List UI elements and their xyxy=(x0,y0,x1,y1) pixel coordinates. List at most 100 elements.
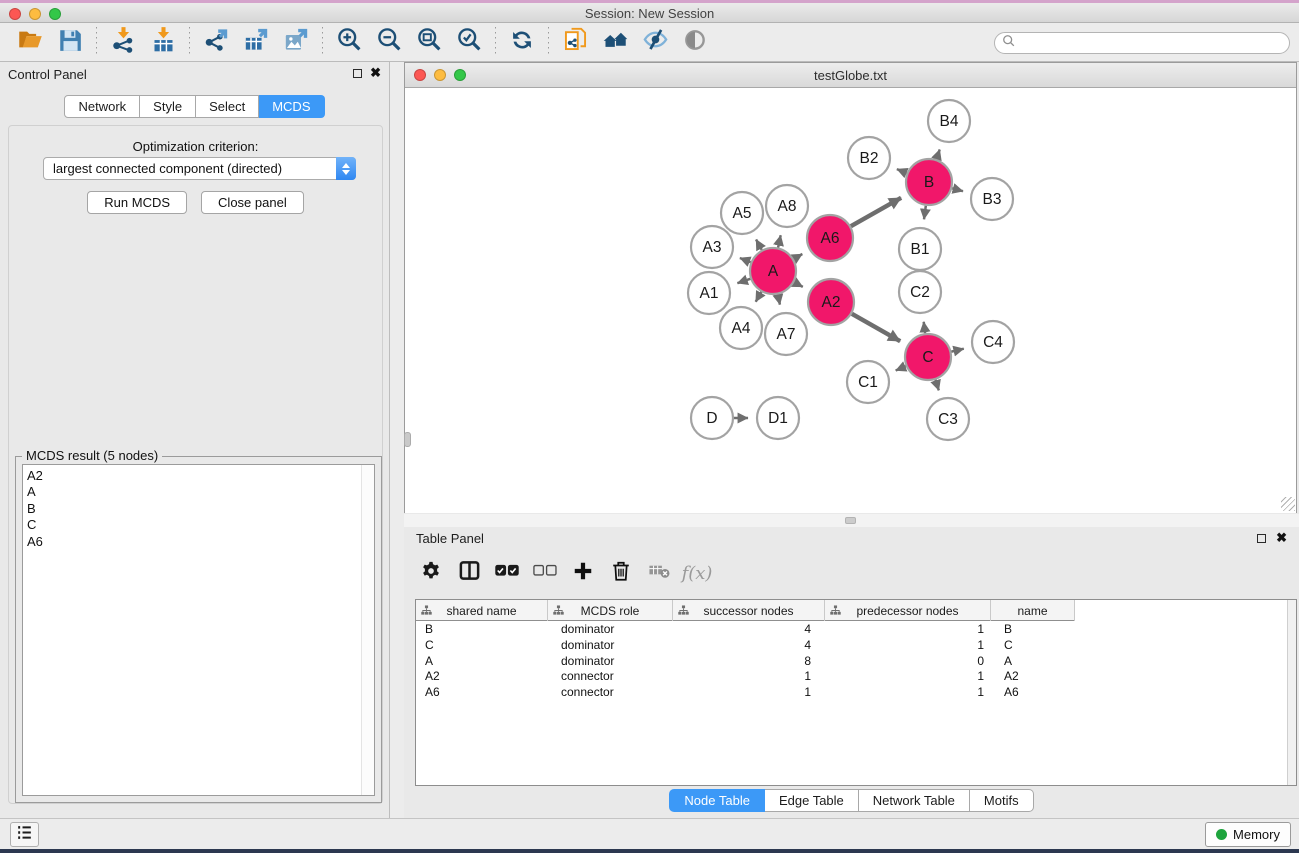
show-hidden-button[interactable] xyxy=(675,26,715,58)
graph-edge-A6-B[interactable] xyxy=(851,198,901,226)
tab-select[interactable]: Select xyxy=(196,95,259,118)
graph-node-A4[interactable]: A4 xyxy=(720,307,762,349)
float-panel-icon[interactable] xyxy=(353,69,362,78)
result-item[interactable]: B xyxy=(27,501,374,517)
tab-motifs[interactable]: Motifs xyxy=(970,789,1034,812)
graph-edge-C-C3[interactable] xyxy=(935,380,938,391)
result-item[interactable]: A2 xyxy=(27,468,374,484)
unselect-all-columns-button[interactable] xyxy=(528,556,562,590)
table-vertical-scrollbar[interactable] xyxy=(1287,600,1296,785)
graph-node-D1[interactable]: D1 xyxy=(757,397,799,439)
graph-edge-C-C4[interactable] xyxy=(951,349,963,352)
zoom-fit-button[interactable] xyxy=(409,26,449,58)
graph-edge-A-A3[interactable] xyxy=(740,258,751,262)
column-header-shared-name[interactable]: shared name xyxy=(416,600,548,621)
import-network-button[interactable] xyxy=(103,26,143,58)
tab-edge-table[interactable]: Edge Table xyxy=(765,789,859,812)
network-vertical-scrollbar[interactable] xyxy=(404,432,411,447)
tab-mcds[interactable]: MCDS xyxy=(259,95,324,118)
session-titlebar[interactable]: Session: New Session xyxy=(0,3,1299,23)
column-header-name[interactable]: name xyxy=(991,600,1075,621)
column-header-successor-nodes[interactable]: successor nodes xyxy=(673,600,825,621)
graph-node-A1[interactable]: A1 xyxy=(688,272,730,314)
graph-node-D[interactable]: D xyxy=(691,397,733,439)
scrollbar-thumb[interactable] xyxy=(845,517,856,524)
result-scrollbar[interactable] xyxy=(361,465,374,795)
open-session-button[interactable] xyxy=(10,26,50,58)
show-all-nodes-button[interactable] xyxy=(595,26,635,58)
mcds-result-list[interactable]: A2ABCA6 xyxy=(22,464,375,796)
graph-node-C[interactable]: C xyxy=(905,334,951,380)
graph-node-C3[interactable]: C3 xyxy=(927,398,969,440)
network-view-window[interactable]: testGlobe.txt B4 B2 B B3 A8A5 A6 A3 B1 A C2 A1 A2 A4… xyxy=(404,62,1297,513)
graph-edge-A-A5[interactable] xyxy=(756,240,762,250)
graph-edge-A-A2[interactable] xyxy=(794,282,803,287)
network-window-titlebar[interactable]: testGlobe.txt xyxy=(405,63,1296,88)
graph-node-A7[interactable]: A7 xyxy=(765,313,807,355)
graph-edge-A-A6[interactable] xyxy=(794,254,803,259)
close-panel-button[interactable]: Close panel xyxy=(201,191,304,214)
graph-node-C1[interactable]: C1 xyxy=(847,361,889,403)
select-all-columns-button[interactable] xyxy=(490,556,524,590)
graph-node-A2[interactable]: A2 xyxy=(808,279,854,325)
table-row[interactable]: Cdominator41C xyxy=(416,638,1296,654)
tab-style[interactable]: Style xyxy=(140,95,196,118)
hide-selected-button[interactable] xyxy=(635,26,675,58)
graph-node-A8[interactable]: A8 xyxy=(766,185,808,227)
table-row[interactable]: Bdominator41B xyxy=(416,622,1296,638)
graph-edge-B-B2[interactable] xyxy=(897,169,907,173)
search-field[interactable] xyxy=(994,32,1290,54)
delete-table-button[interactable] xyxy=(642,556,676,590)
result-item[interactable]: A6 xyxy=(27,534,374,550)
table-row[interactable]: A6connector11A6 xyxy=(416,685,1296,701)
graph-node-C4[interactable]: C4 xyxy=(972,321,1014,363)
graph-node-B4[interactable]: B4 xyxy=(928,100,970,142)
run-mcds-button[interactable]: Run MCDS xyxy=(87,191,187,214)
graph-edge-A2-C[interactable] xyxy=(852,314,900,341)
graph-node-B1[interactable]: B1 xyxy=(899,228,941,270)
graph-node-B2[interactable]: B2 xyxy=(848,137,890,179)
graph-edge-B-B4[interactable] xyxy=(937,150,940,160)
graph-node-B[interactable]: B xyxy=(906,159,952,205)
graph-edge-B-B1[interactable] xyxy=(924,206,926,220)
graph-node-A3[interactable]: A3 xyxy=(691,226,733,268)
graph-edge-A-A1[interactable] xyxy=(737,279,750,283)
delete-columns-button[interactable] xyxy=(604,556,638,590)
close-table-panel-icon[interactable]: ✖ xyxy=(1276,530,1287,546)
node-table[interactable]: shared nameMCDS rolesuccessor nodesprede… xyxy=(415,599,1297,786)
graph-edge-C-C1[interactable] xyxy=(896,366,906,370)
apply-layout-button[interactable] xyxy=(502,26,542,58)
resize-grip-icon[interactable] xyxy=(1281,497,1295,511)
memory-button[interactable]: Memory xyxy=(1205,822,1291,847)
tab-network[interactable]: Network xyxy=(64,95,140,118)
table-settings-button[interactable] xyxy=(414,556,448,590)
zoom-selected-button[interactable] xyxy=(449,26,489,58)
table-row[interactable]: Adominator80A xyxy=(416,654,1296,670)
graph-edge-C-C2[interactable] xyxy=(924,322,925,333)
new-network-from-selection-button[interactable] xyxy=(555,26,595,58)
graph-edge-A-A7[interactable] xyxy=(778,295,780,305)
graph-node-C2[interactable]: C2 xyxy=(899,271,941,313)
graph-node-B3[interactable]: B3 xyxy=(971,178,1013,220)
graph-node-A6[interactable]: A6 xyxy=(807,215,853,261)
show-columns-button[interactable] xyxy=(452,556,486,590)
result-item[interactable]: A xyxy=(27,484,374,500)
close-panel-icon[interactable]: ✖ xyxy=(370,65,381,81)
import-table-button[interactable] xyxy=(143,26,183,58)
graph-node-A[interactable]: A xyxy=(750,248,796,294)
column-header-predecessor-nodes[interactable]: predecessor nodes xyxy=(825,600,991,621)
column-header-MCDS-role[interactable]: MCDS role xyxy=(548,600,673,621)
save-session-button[interactable] xyxy=(50,26,90,58)
graph-edge-A-A8[interactable] xyxy=(778,235,781,247)
float-table-panel-icon[interactable] xyxy=(1257,534,1266,543)
function-builder-button[interactable]: f(x) xyxy=(680,556,714,590)
graph-edge-B-B3[interactable] xyxy=(952,188,963,191)
table-row[interactable]: A2connector11A2 xyxy=(416,669,1296,685)
network-graph[interactable]: B4 B2 B B3 A8A5 A6 A3 B1 A C2 A1 A2 A4A7 C4 C C1 C3 D D1 xyxy=(405,89,1296,513)
tab-node-table[interactable]: Node Table xyxy=(669,789,765,812)
graph-node-A5[interactable]: A5 xyxy=(721,192,763,234)
export-image-button[interactable] xyxy=(276,26,316,58)
search-input[interactable] xyxy=(1016,34,1289,52)
criterion-dropdown[interactable]: largest connected component (directed) xyxy=(43,157,356,180)
export-network-button[interactable] xyxy=(196,26,236,58)
